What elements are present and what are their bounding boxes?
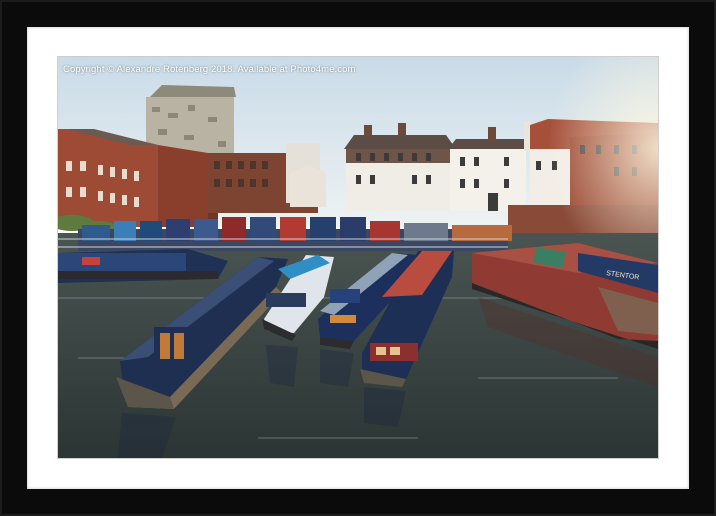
narrowboat-mid-left — [58, 249, 228, 283]
photograph: STENTOR — [58, 57, 658, 458]
picture-frame: STENTOR Copyright © Alexandre Rotenberg … — [0, 0, 716, 516]
canal-scene: STENTOR — [58, 57, 658, 458]
mid-building — [208, 143, 326, 213]
copyright-watermark: Copyright © Alexandre Rotenberg 2018. Av… — [63, 64, 356, 75]
